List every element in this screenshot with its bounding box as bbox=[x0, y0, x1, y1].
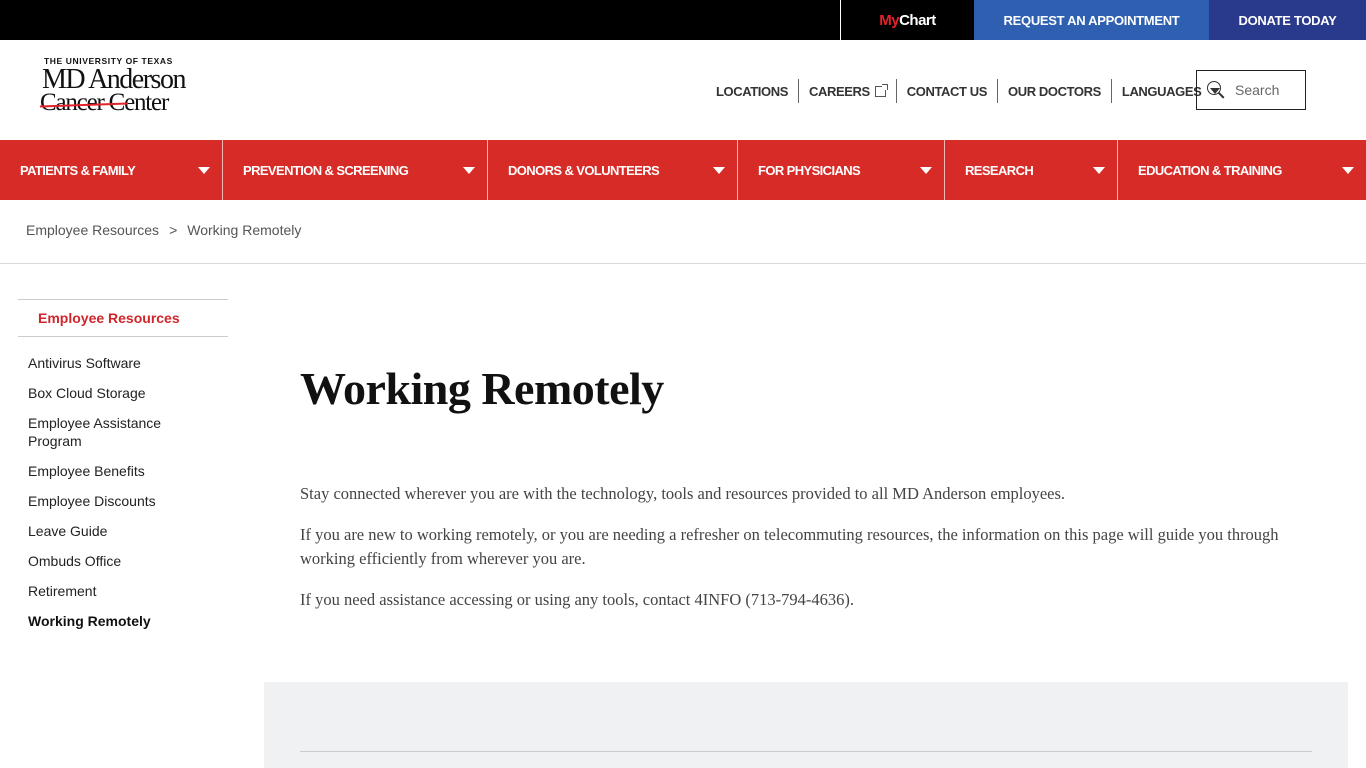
utility-nav-label: LOCATIONS bbox=[716, 83, 788, 99]
contact-paragraph: If you need assistance accessing or usin… bbox=[300, 590, 854, 609]
utility-nav-label: CONTACT US bbox=[906, 83, 988, 99]
utility-nav-locations[interactable]: LOCATIONS bbox=[706, 79, 799, 103]
utility-nav-careers[interactable]: CAREERS bbox=[799, 79, 897, 103]
main-nav-label: EDUCATION & TRAINING bbox=[1138, 162, 1282, 178]
main-nav-label: PATIENTS & FAMILY bbox=[20, 162, 136, 178]
search-input[interactable] bbox=[1235, 82, 1305, 98]
sidebar-list: Antivirus Software Box Cloud Storage Emp… bbox=[18, 354, 228, 630]
breadcrumb: Employee Resources > Working Remotely bbox=[26, 222, 301, 238]
breadcrumb-divider bbox=[0, 263, 1366, 264]
breadcrumb-employee-resources[interactable]: Employee Resources bbox=[26, 222, 159, 238]
sidebar-item-employee-benefits[interactable]: Employee Benefits bbox=[28, 462, 228, 480]
chevron-down-icon bbox=[713, 166, 725, 174]
sidebar-item-leave-guide[interactable]: Leave Guide bbox=[28, 522, 228, 540]
sidebar-item-retirement[interactable]: Retirement bbox=[28, 582, 228, 600]
sidebar-item-employee-discounts[interactable]: Employee Discounts bbox=[28, 492, 228, 510]
sidebar-item-employee-assistance-program[interactable]: Employee Assistance Program bbox=[28, 414, 178, 450]
chevron-down-icon bbox=[1342, 166, 1354, 174]
search-box[interactable] bbox=[1196, 70, 1306, 110]
content-panel bbox=[264, 682, 1348, 768]
main-nav-research[interactable]: RESEARCH bbox=[945, 140, 1118, 200]
main-nav-donors-volunteers[interactable]: DONORS & VOLUNTEERS bbox=[488, 140, 738, 200]
main-nav-patients-family[interactable]: PATIENTS & FAMILY bbox=[0, 140, 223, 200]
chevron-down-icon bbox=[1093, 166, 1105, 174]
page-title: Working Remotely bbox=[300, 363, 664, 414]
chevron-down-icon bbox=[920, 166, 932, 174]
external-link-icon bbox=[874, 83, 888, 97]
donate-today-button[interactable]: DONATE TODAY bbox=[1209, 0, 1366, 40]
sidebar-heading[interactable]: Employee Resources bbox=[18, 299, 228, 337]
main-nav-education-training[interactable]: EDUCATION & TRAINING bbox=[1118, 140, 1366, 200]
chevron-down-icon bbox=[198, 166, 210, 174]
main-nav: PATIENTS & FAMILY PREVENTION & SCREENING… bbox=[0, 140, 1366, 200]
sidebar-item-antivirus-software[interactable]: Antivirus Software bbox=[28, 354, 228, 372]
sidebar-item-box-cloud-storage[interactable]: Box Cloud Storage bbox=[28, 384, 228, 402]
mychart-my: My bbox=[879, 11, 900, 29]
intro-paragraph: Stay connected wherever you are with the… bbox=[300, 484, 1066, 503]
top-utility-bar: My Chart REQUEST AN APPOINTMENT DONATE TO… bbox=[0, 0, 1366, 40]
sidebar-item-working-remotely[interactable]: Working Remotely bbox=[28, 612, 228, 630]
main-nav-for-physicians[interactable]: FOR PHYSICIANS bbox=[738, 140, 945, 200]
panel-divider bbox=[300, 751, 1312, 752]
search-icon bbox=[1207, 81, 1225, 99]
md-anderson-logo[interactable]: THE UNIVERSITY OF TEXAS MD Anderson Canc… bbox=[39, 56, 210, 118]
utility-nav: LOCATIONS CAREERS CONTACT US OUR DOCTORS… bbox=[706, 78, 1230, 104]
utility-nav-contact-us[interactable]: CONTACT US bbox=[897, 79, 999, 103]
utility-nav-our-doctors[interactable]: OUR DOCTORS bbox=[998, 79, 1112, 103]
main-nav-label: DONORS & VOLUNTEERS bbox=[508, 162, 660, 178]
utility-nav-label: CAREERS bbox=[809, 83, 870, 99]
mychart-link[interactable]: My Chart bbox=[840, 0, 974, 40]
chevron-down-icon bbox=[463, 166, 475, 174]
page-content: Stay connected wherever you are with the… bbox=[300, 482, 1320, 629]
mychart-chart: Chart bbox=[899, 11, 936, 29]
sidebar: Employee Resources Antivirus Software Bo… bbox=[18, 299, 228, 642]
main-nav-prevention-screening[interactable]: PREVENTION & SCREENING bbox=[223, 140, 488, 200]
main-nav-label: FOR PHYSICIANS bbox=[758, 162, 861, 178]
utility-nav-label: OUR DOCTORS bbox=[1008, 83, 1101, 99]
request-appointment-button[interactable]: REQUEST AN APPOINTMENT bbox=[974, 0, 1209, 40]
main-nav-label: RESEARCH bbox=[965, 162, 1034, 178]
breadcrumb-current: Working Remotely bbox=[187, 222, 302, 238]
guide-paragraph: If you are new to working remotely, or y… bbox=[300, 525, 1279, 568]
breadcrumb-separator: > bbox=[169, 222, 178, 238]
utility-nav-label: LANGUAGES bbox=[1121, 83, 1202, 99]
main-nav-label: PREVENTION & SCREENING bbox=[243, 162, 409, 178]
sidebar-item-ombuds-office[interactable]: Ombuds Office bbox=[28, 552, 228, 570]
